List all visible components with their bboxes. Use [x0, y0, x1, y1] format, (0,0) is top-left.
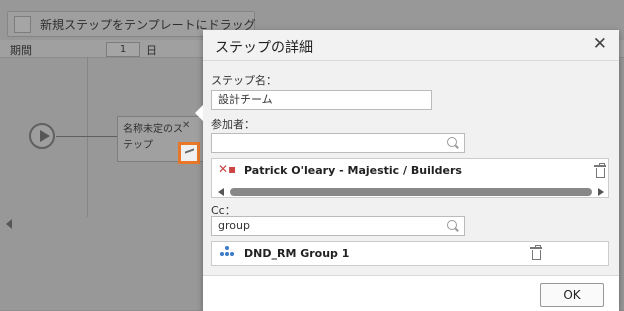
search-icon[interactable] — [447, 220, 457, 230]
search-icon[interactable] — [447, 137, 457, 147]
close-icon[interactable]: ✕ — [593, 34, 607, 54]
participants-search-input[interactable] — [211, 133, 465, 153]
participant-hscrollbar[interactable] — [218, 187, 604, 197]
step-details-dialog: ステップの詳細 ✕ ステップ名： 設計チーム 参加者： ✕▪ Patrick O… — [195, 30, 619, 311]
participant-name: Patrick O'leary - Majestic / Builders — [244, 164, 462, 177]
scrollbar-thumb[interactable] — [230, 188, 592, 196]
group-icon — [219, 246, 235, 258]
cc-card: DND_RM Group 1 — [211, 241, 609, 266]
user-role-icon: ✕▪ — [218, 162, 237, 176]
participants-label: 参加者： — [211, 118, 255, 131]
delete-participant-icon[interactable] — [594, 163, 606, 178]
participant-card: ✕▪ Patrick O'leary - Majestic / Builders — [211, 158, 609, 198]
cc-name: DND_RM Group 1 — [244, 247, 350, 260]
step-name-input[interactable]: 設計チーム — [211, 90, 432, 110]
scroll-left-arrow-icon[interactable] — [218, 188, 224, 196]
dialog-body: ステップ名： 設計チーム 参加者： ✕▪ Patrick O'leary - M… — [203, 61, 619, 275]
dialog-header: ステップの詳細 ✕ — [203, 30, 619, 61]
ok-button[interactable]: OK — [540, 283, 604, 307]
delete-cc-icon[interactable] — [530, 245, 542, 260]
dialog-pointer — [195, 105, 203, 121]
step-edit-icon[interactable] — [178, 142, 200, 164]
cc-search-input[interactable]: group — [211, 216, 465, 236]
dialog-title: ステップの詳細 — [215, 40, 313, 56]
step-name-label: ステップ名： — [211, 74, 277, 87]
cc-search-value: group — [218, 219, 250, 232]
dialog-footer: OK — [203, 275, 619, 311]
scroll-right-arrow-icon[interactable] — [598, 188, 604, 196]
